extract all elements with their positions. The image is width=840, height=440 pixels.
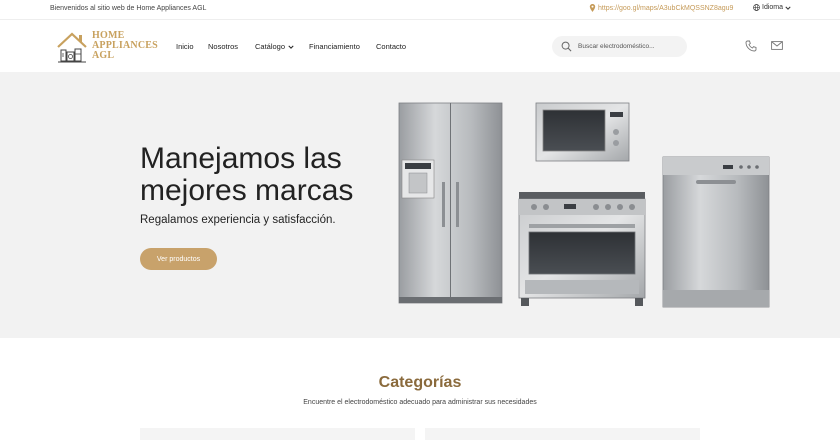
language-selector[interactable]: Idioma [753, 4, 791, 11]
search-icon[interactable] [561, 41, 572, 52]
view-products-button[interactable]: Ver productos [140, 248, 217, 270]
logo-line-3: AGL [92, 50, 115, 61]
dishwasher [662, 156, 770, 308]
globe-icon [753, 4, 760, 11]
chevron-down-icon [785, 6, 791, 10]
logo-text: HOME APPLIANCES AGL [92, 31, 158, 61]
map-pin-icon [589, 4, 596, 12]
nav-financiamiento[interactable]: Financiamiento [309, 42, 360, 51]
search-box[interactable] [552, 36, 687, 57]
phone-icon[interactable] [745, 40, 757, 52]
categories-subtitle: Encuentre el electrodoméstico adecuado p… [303, 399, 537, 406]
welcome-text: Bienvenidos al sitio web de Home Applian… [50, 5, 207, 12]
nav-contacto[interactable]: Contacto [376, 42, 406, 51]
category-card[interactable] [425, 428, 700, 440]
map-link[interactable]: https://goo.gl/maps/A3ubCkMQSSNZ8agu9 [589, 4, 733, 12]
nav-catalogo[interactable]: Catálogo [255, 42, 294, 51]
logo-house-icon [57, 32, 87, 63]
main-header: HOME APPLIANCES AGL Inicio Nosotros Catá… [0, 21, 840, 71]
nav-nosotros[interactable]: Nosotros [208, 42, 238, 51]
logo[interactable]: HOME APPLIANCES AGL [56, 29, 158, 65]
hero-title: Manejamos las mejores marcas [140, 142, 354, 207]
fridge [398, 102, 503, 304]
top-bar: Bienvenidos al sitio web de Home Applian… [0, 0, 840, 20]
map-link-label: https://goo.gl/maps/A3ubCkMQSSNZ8agu9 [598, 4, 734, 12]
oven-range [518, 192, 646, 306]
hero-banner: Manejamos las mejores marcas Regalamos e… [0, 72, 840, 338]
nav-catalogo-label: Catálogo [255, 42, 286, 51]
search-input[interactable] [578, 40, 678, 53]
microwave [535, 102, 630, 162]
appliances-image [398, 102, 770, 308]
language-label: Idioma [762, 4, 784, 11]
nav-inicio[interactable]: Inicio [176, 42, 194, 51]
category-card[interactable] [140, 428, 415, 440]
mail-icon[interactable] [771, 41, 783, 50]
categories-title: Categorías [378, 374, 462, 391]
hero-subtitle: Regalamos experiencia y satisfacción. [140, 214, 336, 226]
chevron-down-icon [288, 45, 294, 49]
